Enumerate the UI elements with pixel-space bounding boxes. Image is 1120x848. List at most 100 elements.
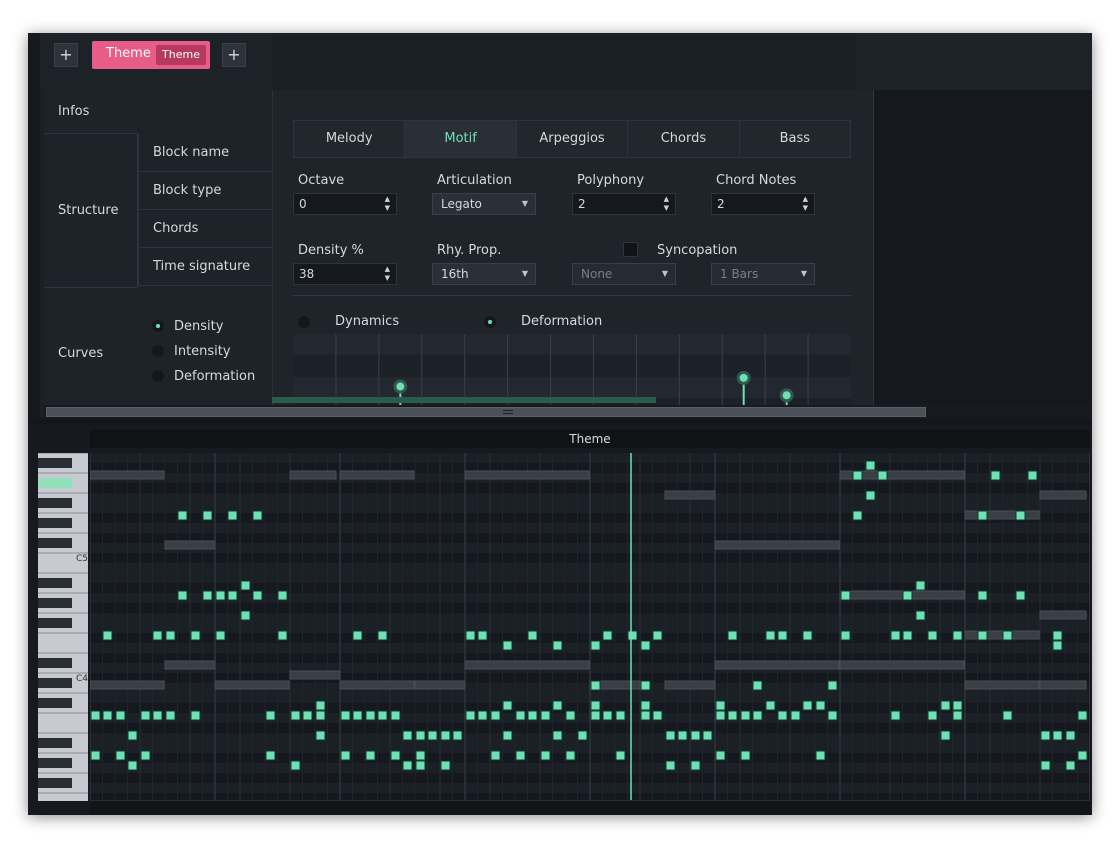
note-block xyxy=(490,710,501,721)
black-key xyxy=(38,658,72,668)
note-block xyxy=(165,630,176,641)
note-block xyxy=(302,710,313,721)
note-block xyxy=(365,750,376,761)
chord-guide-bar xyxy=(339,680,415,690)
note-block xyxy=(602,710,613,721)
intensity-curve-label: Intensity xyxy=(174,344,231,359)
black-key xyxy=(38,678,72,688)
chord-guide-bar xyxy=(214,680,290,690)
black-key xyxy=(38,758,72,768)
note-block xyxy=(402,760,413,771)
syncopation-bars-dropdown[interactable]: 1 Bars ▼ xyxy=(711,263,815,285)
block-toolbar: + Theme Theme + xyxy=(40,33,272,90)
note-block xyxy=(602,630,613,641)
note-block xyxy=(1002,630,1013,641)
tab-bass[interactable]: Bass xyxy=(740,121,850,157)
rhythm-prop-label: Rhy. Prop. xyxy=(437,243,502,258)
black-key xyxy=(38,578,72,588)
note-block xyxy=(865,460,876,471)
note-block xyxy=(390,710,401,721)
left-edge xyxy=(28,33,40,425)
spin-arrows-icon[interactable]: ▲ ▼ xyxy=(385,195,390,213)
note-block xyxy=(165,710,176,721)
black-key xyxy=(38,538,72,548)
note-block xyxy=(1027,470,1038,481)
add-left-button[interactable]: + xyxy=(54,43,78,67)
spin-arrows-icon[interactable]: ▲ ▼ xyxy=(385,265,390,283)
note-block xyxy=(427,730,438,741)
black-key xyxy=(38,598,72,608)
note-block xyxy=(502,640,513,651)
scrollbar-thumb[interactable] xyxy=(46,407,926,417)
note-block xyxy=(290,760,301,771)
note-block xyxy=(1077,710,1088,721)
polyphony-spinbox[interactable]: 2 ▲ ▼ xyxy=(572,193,676,215)
dynamics-radio[interactable] xyxy=(298,316,310,328)
articulation-value: Legato xyxy=(441,197,482,211)
theme-block-chip[interactable]: Theme Theme xyxy=(92,41,210,69)
tab-arpeggios[interactable]: Arpeggios xyxy=(517,121,629,157)
curve-handle xyxy=(396,382,405,391)
syncopation-bars-value: 1 Bars xyxy=(720,267,759,281)
density-label: Density % xyxy=(298,243,364,258)
chord-notes-spinbox[interactable]: 2 ▲ ▼ xyxy=(711,193,815,215)
chord-guide-bar xyxy=(964,680,1040,690)
note-block xyxy=(452,730,463,741)
note-block xyxy=(577,730,588,741)
spin-arrows-icon[interactable]: ▲ ▼ xyxy=(803,195,808,213)
note-block xyxy=(927,630,938,641)
piano-keyboard[interactable]: C5 C4 xyxy=(28,452,90,801)
add-right-button[interactable]: + xyxy=(222,43,246,67)
intensity-curve-radio[interactable] xyxy=(152,345,164,357)
note-block xyxy=(377,630,388,641)
note-block xyxy=(765,700,776,711)
note-block xyxy=(890,710,901,721)
note-grid[interactable] xyxy=(90,453,1090,801)
chords-row[interactable]: Chords xyxy=(138,210,272,248)
deformation-curve-radio[interactable] xyxy=(152,370,164,382)
tab-motif[interactable]: Motif xyxy=(405,121,517,157)
note-block xyxy=(1077,750,1088,761)
rhythm-prop-dropdown[interactable]: 16th ▼ xyxy=(432,263,536,285)
tab-chords[interactable]: Chords xyxy=(628,121,740,157)
note-block xyxy=(215,590,226,601)
note-block xyxy=(565,710,576,721)
note-block xyxy=(990,470,1001,481)
black-key xyxy=(38,498,72,508)
note-block xyxy=(1002,710,1013,721)
curve-handle xyxy=(739,373,748,382)
note-block xyxy=(127,730,138,741)
note-block xyxy=(215,630,226,641)
note-block xyxy=(240,580,251,591)
block-name-row[interactable]: Block name xyxy=(138,134,272,172)
note-block xyxy=(502,700,513,711)
curve-band xyxy=(293,334,851,356)
note-block xyxy=(240,610,251,621)
octave-spinbox[interactable]: 0 ▲ ▼ xyxy=(293,193,397,215)
octave-value: 0 xyxy=(299,197,307,211)
note-block xyxy=(752,680,763,691)
note-block xyxy=(252,510,263,521)
polyphony-label: Polyphony xyxy=(577,173,645,188)
time-signature-row[interactable]: Time signature xyxy=(138,248,272,286)
note-block xyxy=(527,710,538,721)
deformation-radio[interactable] xyxy=(484,316,496,328)
note-block xyxy=(665,730,676,741)
infos-section[interactable]: Infos xyxy=(44,90,138,134)
spin-arrows-icon[interactable]: ▲ ▼ xyxy=(664,195,669,213)
note-block xyxy=(590,680,601,691)
tab-melody[interactable]: Melody xyxy=(294,121,406,157)
horizontal-scrollbar[interactable] xyxy=(44,405,1092,419)
block-type-row[interactable]: Block type xyxy=(138,172,272,210)
octave-label: C4 xyxy=(76,674,88,684)
syncopation-checkbox[interactable] xyxy=(623,242,638,257)
note-block xyxy=(977,510,988,521)
note-block xyxy=(915,580,926,591)
articulation-dropdown[interactable]: Legato ▼ xyxy=(432,193,536,215)
density-spinbox[interactable]: 38 ▲ ▼ xyxy=(293,263,397,285)
note-block xyxy=(727,710,738,721)
note-block xyxy=(402,730,413,741)
note-block xyxy=(702,730,713,741)
density-curve-radio[interactable] xyxy=(152,320,164,332)
syncopation-type-dropdown[interactable]: None ▼ xyxy=(572,263,676,285)
